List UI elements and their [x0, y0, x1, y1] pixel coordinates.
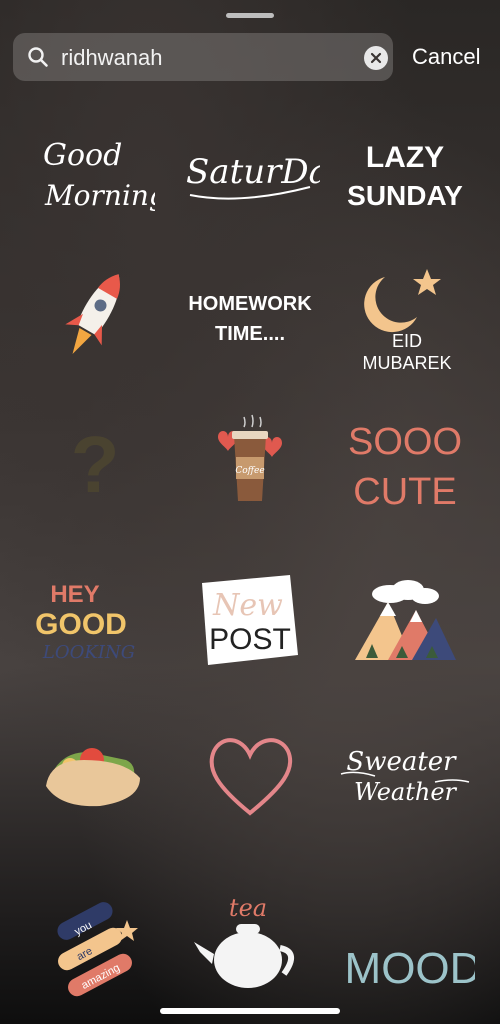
mountain-icon — [355, 580, 456, 660]
sticker-mood-text: MOOD — [345, 944, 475, 993]
moon-icon — [364, 277, 417, 333]
star-icon — [413, 269, 441, 295]
sticker-lazy-sunday[interactable]: LAZY SUNDAY — [325, 95, 485, 245]
sticker-hey-line: HEY — [50, 581, 99, 608]
search-bar[interactable] — [13, 33, 393, 81]
sticker-weather-line: Weather — [354, 778, 458, 806]
sticker-looking-line: LOOKING — [42, 642, 135, 663]
sticker-sweater-weather[interactable]: Sweater Weather — [325, 700, 485, 850]
teapot-icon: tea — [194, 894, 294, 988]
sticker-good-morning[interactable]: Good Morning — [15, 95, 175, 245]
sticker-heart[interactable] — [170, 700, 330, 850]
sticker-sooo-line: SOOO — [348, 421, 462, 463]
cancel-button[interactable]: Cancel — [412, 44, 480, 70]
sticker-cute-line: CUTE — [353, 471, 456, 510]
sticker-rocket[interactable] — [15, 240, 175, 390]
sticker-you-are-amazing[interactable]: you are amazing — [15, 870, 175, 1020]
sticker-saturday[interactable]: SaturDay — [170, 95, 330, 245]
sticker-good-morning-line1: Good — [43, 138, 122, 173]
sticker-lazy-sunday-line1: LAZY — [366, 141, 444, 174]
sticker-good-morning-line2: Morning — [44, 179, 155, 212]
sticker-post-line: POST — [209, 623, 291, 656]
rocket-icon — [65, 274, 120, 354]
sticker-homework-line2: TIME.... — [215, 323, 285, 345]
sticker-eid-line1: EID — [392, 331, 422, 351]
sticker-saturday-text: SaturDay — [186, 152, 320, 192]
close-icon — [370, 52, 382, 64]
home-indicator[interactable] — [160, 1008, 340, 1014]
clear-search-button[interactable] — [364, 46, 388, 70]
search-input[interactable] — [59, 41, 363, 75]
sticker-coffee-text: Coffee — [235, 466, 264, 476]
sticker-homework-time[interactable]: HOMEWORK TIME.... — [170, 240, 330, 390]
sticker-taco[interactable] — [15, 700, 175, 850]
sticker-lazy-sunday-line2: SUNDAY — [347, 180, 463, 211]
sheet-grabber[interactable] — [226, 13, 274, 18]
sticker-coffee[interactable]: Coffee — [170, 385, 330, 535]
search-icon — [28, 47, 48, 67]
sticker-eid-line2: MUBAREK — [362, 353, 451, 373]
sticker-eid-mubarek[interactable]: EID MUBAREK — [325, 240, 485, 390]
sticker-mountains[interactable] — [325, 545, 485, 695]
sticker-tea-text: tea — [229, 894, 267, 922]
sticker-new-line: New — [212, 588, 283, 623]
taco-icon — [46, 748, 140, 807]
sticker-tea[interactable]: tea — [170, 870, 330, 1020]
sticker-good-line: GOOD — [35, 608, 127, 641]
sticker-new-post[interactable]: New POST — [170, 545, 330, 695]
heart-icon — [209, 738, 293, 816]
sticker-hey-good-looking[interactable]: HEY GOOD LOOKING — [15, 545, 175, 695]
sticker-homework-line1: HOMEWORK — [188, 293, 312, 315]
sticker-question-mark[interactable]: ? — [15, 385, 175, 535]
sticker-question-text: ? — [71, 420, 120, 509]
sticker-mood[interactable]: MOOD — [325, 870, 485, 1020]
sticker-sooo-cute[interactable]: SOOO CUTE — [325, 385, 485, 535]
